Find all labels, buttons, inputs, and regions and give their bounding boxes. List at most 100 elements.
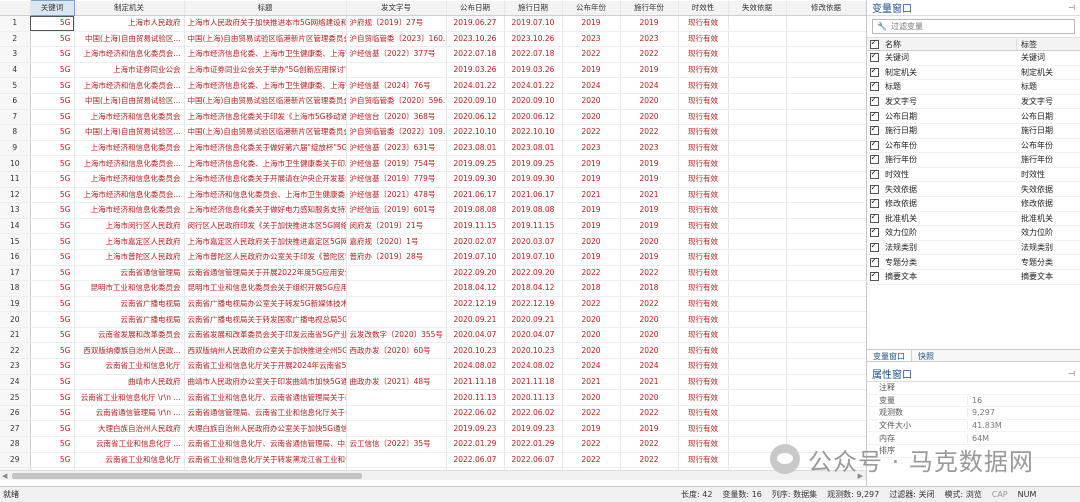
variable-item[interactable]: 法规类别 法规类别: [867, 241, 1080, 256]
column-header[interactable]: 关键词: [29, 0, 75, 16]
table-cell[interactable]: 昆明市工业和信息化委员会: [74, 280, 185, 297]
select-all-checkbox[interactable]: [867, 38, 881, 50]
table-cell[interactable]: 上海市证券同业公会关于举办"5G创新应用探讨"主题沙...: [184, 62, 347, 79]
table-cell[interactable]: 2022.06.07: [504, 452, 563, 469]
table-cell[interactable]: 2022: [562, 46, 621, 63]
column-header[interactable]: 施行年份: [620, 0, 679, 16]
table-cell[interactable]: 云南省通信管理局 \r\n ...: [74, 405, 185, 422]
table-cell[interactable]: 2021.06.17: [446, 187, 505, 204]
table-cell[interactable]: 2023.08.01: [504, 140, 563, 157]
table-cell[interactable]: 2020: [562, 327, 621, 344]
table-cell[interactable]: 曲靖市人民政府: [74, 374, 185, 391]
table-cell[interactable]: 2022: [562, 452, 621, 469]
table-cell[interactable]: 现行有效: [678, 202, 729, 219]
table-cell[interactable]: 2022: [562, 405, 621, 422]
table-row[interactable]: 8 5G 中国(上海)自由贸易试验区... 中国(上海)自由贸易试验区临港新片区管理委…: [0, 124, 866, 141]
table-cell[interactable]: [346, 296, 447, 313]
variable-checkbox[interactable]: [867, 241, 881, 253]
table-cell[interactable]: 2020: [620, 109, 679, 126]
table-row[interactable]: 145G上海市闵行区人民政府闵行区人民政府印发《关于加快推进本区5G网络建设和.…: [0, 218, 866, 235]
table-cell[interactable]: 2020.11.13: [504, 389, 563, 406]
table-cell[interactable]: 云南省工业和信息化厅 ...: [74, 436, 185, 453]
table-cell[interactable]: 云南省工业和信息化厅、云南省通信管理局关于印发云...: [184, 389, 347, 406]
table-cell[interactable]: 上海市闵行区人民政府: [74, 218, 185, 235]
row-number[interactable]: 8: [0, 124, 31, 141]
table-row[interactable]: 215G云南省发展和改革委员会云南省发展和改革委员会关于印发云南省5G产业发展实…: [0, 327, 866, 344]
variable-checkbox[interactable]: [867, 226, 881, 238]
table-cell[interactable]: 2022.06.07: [446, 452, 505, 469]
table-cell[interactable]: 2019: [562, 155, 621, 172]
table-cell[interactable]: 中国(上海)自由贸易试验区临港新片区管理委员会关于...: [184, 124, 347, 141]
table-cell[interactable]: 5G: [30, 420, 75, 438]
column-header[interactable]: 制定机关: [74, 0, 185, 16]
table-cell[interactable]: 现行有效: [678, 436, 729, 453]
table-cell[interactable]: [728, 124, 787, 141]
table-cell[interactable]: [728, 140, 787, 157]
table-cell[interactable]: 现行有效: [678, 342, 729, 360]
table-cell[interactable]: 2022.07.18: [504, 46, 563, 63]
row-number[interactable]: 19: [0, 296, 31, 313]
table-cell[interactable]: 2022.01.29: [504, 436, 563, 453]
table-cell[interactable]: [786, 31, 866, 48]
table-cell[interactable]: [728, 62, 787, 79]
variable-checkbox[interactable]: [867, 197, 881, 209]
table-cell[interactable]: 现行有效: [678, 374, 729, 391]
table-cell[interactable]: 云南省工业和信息化厅 \r\n ...: [74, 389, 185, 406]
table-cell[interactable]: [728, 249, 787, 266]
row-number[interactable]: 21: [0, 327, 31, 344]
variable-checkbox[interactable]: [867, 51, 881, 63]
table-cell[interactable]: 5G: [30, 140, 75, 157]
label-column-header[interactable]: 标签: [1017, 39, 1037, 50]
table-cell[interactable]: 2023: [620, 140, 679, 157]
table-cell[interactable]: 2022.07.18: [446, 46, 505, 63]
table-cell[interactable]: 云南省工业和信息化厅: [74, 452, 185, 469]
table-cell[interactable]: [786, 389, 866, 406]
table-row[interactable]: 35G上海市经济和信息化委员会...上海市经济信息化委、上海市卫生健康委、上海市…: [0, 46, 866, 63]
table-cell[interactable]: 2023: [562, 140, 621, 157]
table-cell[interactable]: 2021.06.17: [504, 187, 563, 204]
table-cell[interactable]: 5G: [30, 15, 75, 32]
table-cell[interactable]: 上海市经济和信息化委员会、上海市卫生健康委员会关...: [184, 187, 347, 204]
table-cell[interactable]: 现行有效: [678, 62, 729, 79]
variable-item[interactable]: 失效依据 失效依据: [867, 182, 1080, 197]
table-cell[interactable]: 上海市经济信息化委关于做好电力感知服务支持5G网络...: [184, 202, 347, 219]
table-row[interactable]: 235G云南省工业和信息化厅云南省工业和信息化厅关于开展2024年云南省5G工厂…: [0, 358, 866, 375]
scrollbar-thumb[interactable]: [12, 473, 362, 479]
table-cell[interactable]: 上海市经济信息化委关于印发《上海市5G移动通信基站...: [184, 109, 347, 126]
table-cell[interactable]: 沪经信基〔2023〕631号: [346, 140, 447, 157]
table-cell[interactable]: 2020: [562, 389, 621, 406]
table-cell[interactable]: 云南省发展和改革委员会: [74, 327, 185, 344]
table-cell[interactable]: 2024: [562, 358, 621, 375]
table-cell[interactable]: 2019: [620, 15, 679, 32]
table-cell[interactable]: 2020: [620, 93, 679, 110]
row-number[interactable]: 9: [0, 140, 31, 157]
table-cell[interactable]: [728, 202, 787, 219]
table-cell[interactable]: [346, 452, 447, 469]
table-cell[interactable]: 沪经信基〔2019〕779号: [346, 171, 447, 188]
table-cell[interactable]: 5G: [30, 296, 75, 313]
table-cell[interactable]: 5G: [30, 374, 75, 391]
row-number[interactable]: 13: [0, 202, 31, 219]
table-cell[interactable]: [786, 436, 866, 453]
variable-checkbox[interactable]: [867, 168, 881, 180]
table-cell[interactable]: 上海市人民政府: [74, 15, 185, 32]
table-cell[interactable]: 2019.07.10: [446, 249, 505, 266]
table-cell[interactable]: 2019: [620, 420, 679, 438]
table-cell[interactable]: 2021: [562, 374, 621, 391]
variable-item[interactable]: 公布日期 公布日期: [867, 109, 1080, 124]
table-cell[interactable]: 2019.03.26: [446, 62, 505, 79]
table-cell[interactable]: 2022.10.10: [504, 124, 563, 141]
table-cell[interactable]: 2020.11.13: [446, 389, 505, 406]
table-cell[interactable]: 2020.09.21: [446, 311, 505, 328]
row-number[interactable]: 4: [0, 62, 31, 79]
tab-snapshots[interactable]: 快照: [912, 350, 940, 361]
table-cell[interactable]: 2021.11.18: [446, 374, 505, 391]
table-cell[interactable]: 2024: [620, 358, 679, 375]
variable-item[interactable]: 公布年份 公布年份: [867, 139, 1080, 154]
table-cell[interactable]: 5G: [30, 171, 75, 188]
table-cell[interactable]: 2022: [562, 265, 621, 282]
table-cell[interactable]: 2019.09.30: [504, 171, 563, 188]
table-cell[interactable]: [728, 77, 787, 94]
variable-checkbox[interactable]: [867, 212, 881, 224]
table-cell[interactable]: [786, 155, 866, 172]
